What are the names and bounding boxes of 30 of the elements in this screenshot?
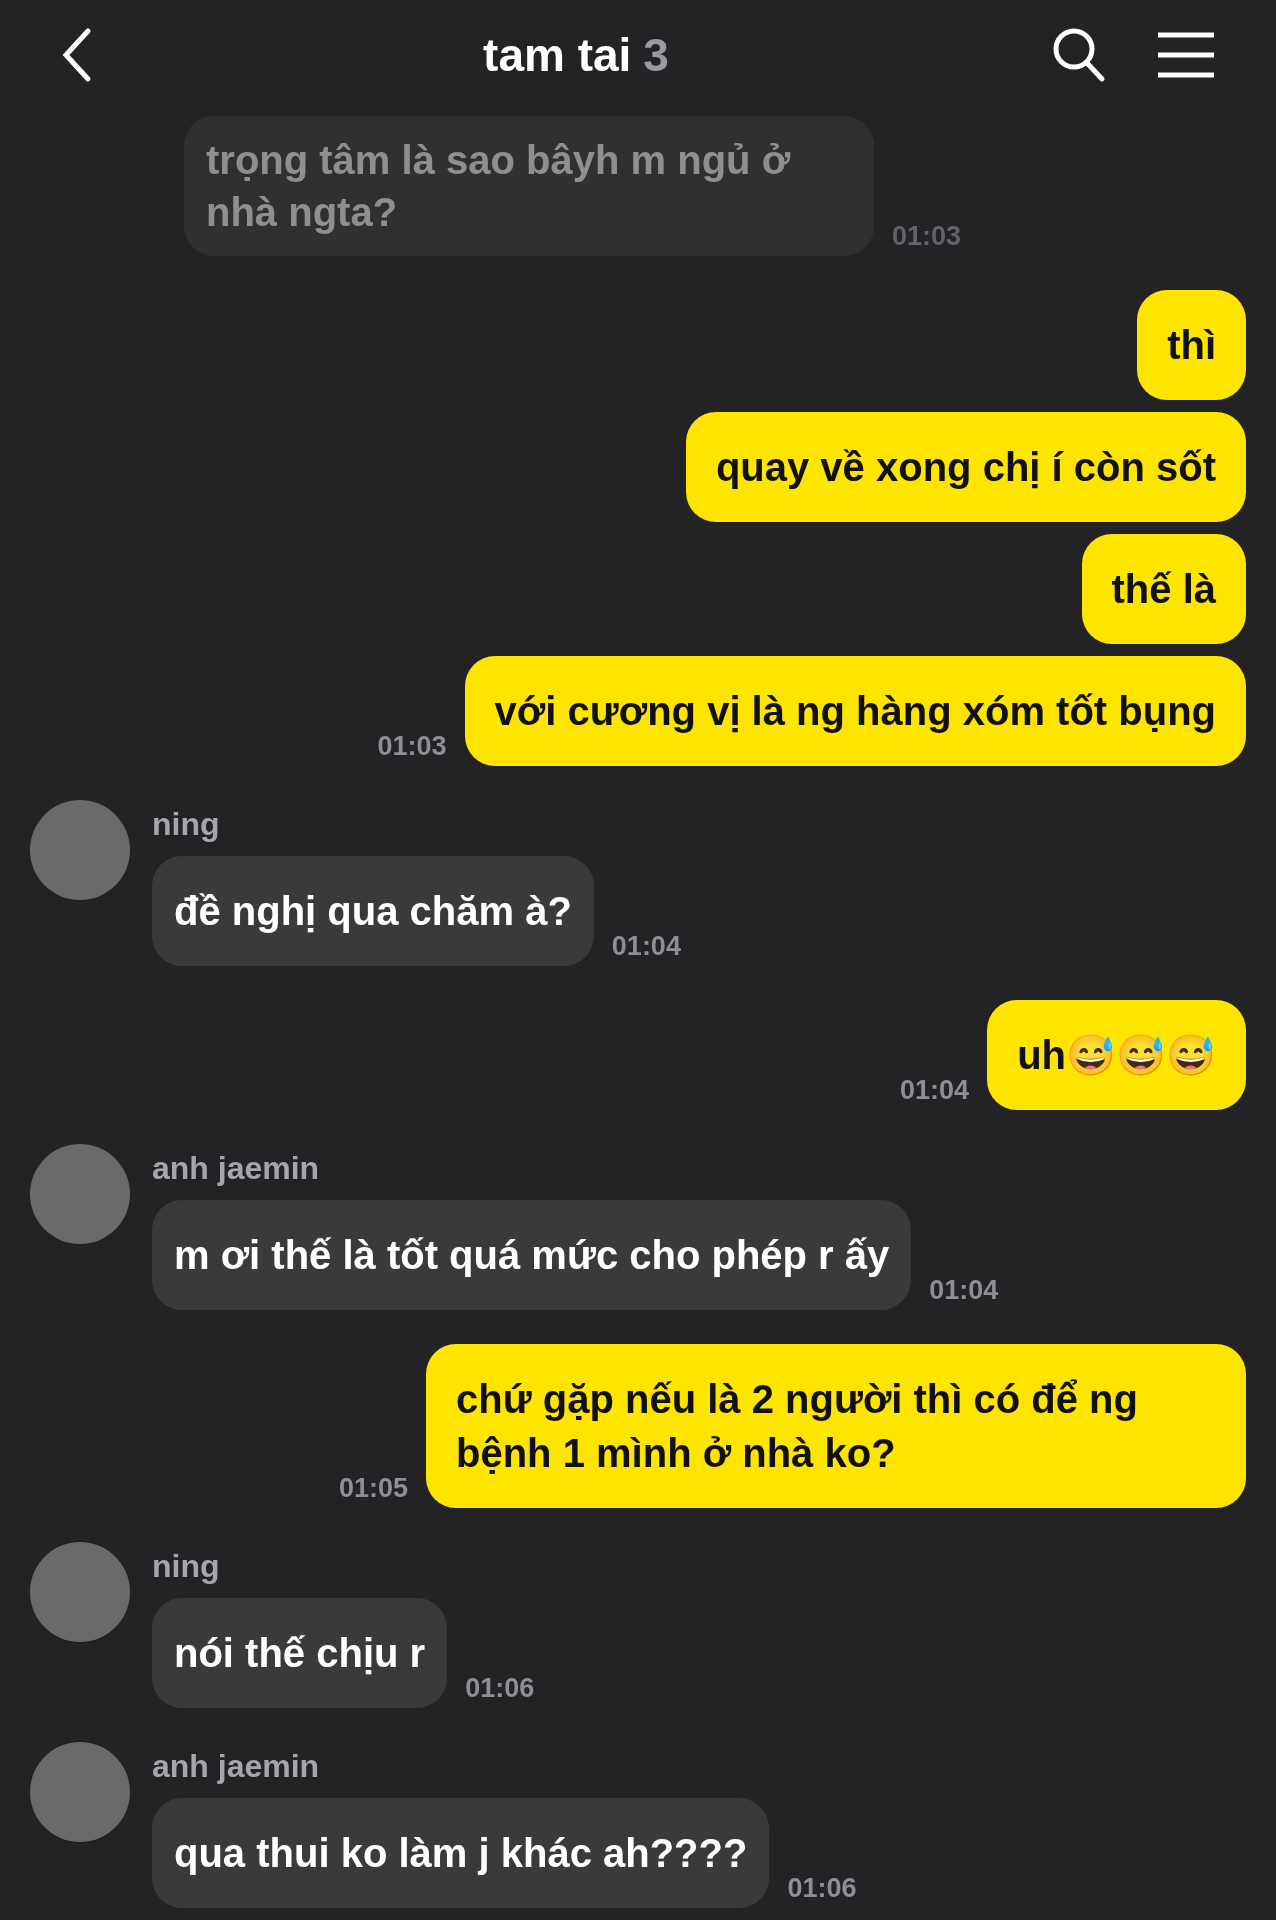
message-bubble: m ơi thế là tốt quá mức cho phép r ấy (152, 1200, 912, 1310)
message-bubble: qua thui ko làm j khác ah???? (152, 1798, 770, 1908)
message-bubble: chứ gặp nếu là 2 người thì có để ng bệnh 1 mình ở nhà ko? (426, 1344, 1246, 1508)
message-bubble: đề nghị qua chăm à? (152, 856, 594, 966)
message-bubble: nói thế chịu r (152, 1598, 448, 1708)
sender-name: ning (152, 1547, 221, 1586)
message-time: 01:06 (787, 1871, 857, 1905)
sender-name: ning (152, 805, 221, 844)
message-bubble: thế là (1081, 534, 1246, 644)
message-bubble: thì (1137, 290, 1246, 400)
message-time: 01:04 (900, 1073, 970, 1107)
sender-name: anh jaemin (152, 1149, 321, 1188)
message-bubble: trọng tâm là sao bâyh m ngủ ở nhà ngta? (184, 116, 874, 256)
back-icon (60, 27, 92, 83)
chat-title: tam tai (483, 27, 632, 83)
sender-name: anh jaemin (152, 1747, 321, 1786)
search-icon (1052, 27, 1106, 83)
message-time: 01:04 (929, 1273, 999, 1307)
message-time: 01:04 (611, 929, 681, 963)
message-time: 01:03 (892, 219, 962, 253)
message-bubble: uh😅😅😅 (987, 1000, 1246, 1110)
message-bubble: với cương vị là ng hàng xóm tốt bụng (464, 656, 1246, 766)
message-time: 01:03 (377, 729, 447, 763)
message-time: 01:06 (465, 1671, 535, 1705)
search-button[interactable] (1052, 27, 1106, 83)
member-count: 3 (643, 27, 669, 83)
menu-button[interactable] (1156, 31, 1216, 79)
message-time: 01:05 (338, 1471, 408, 1505)
message-bubble: quay về xong chị í còn sốt (685, 412, 1246, 522)
menu-icon (1156, 31, 1216, 79)
